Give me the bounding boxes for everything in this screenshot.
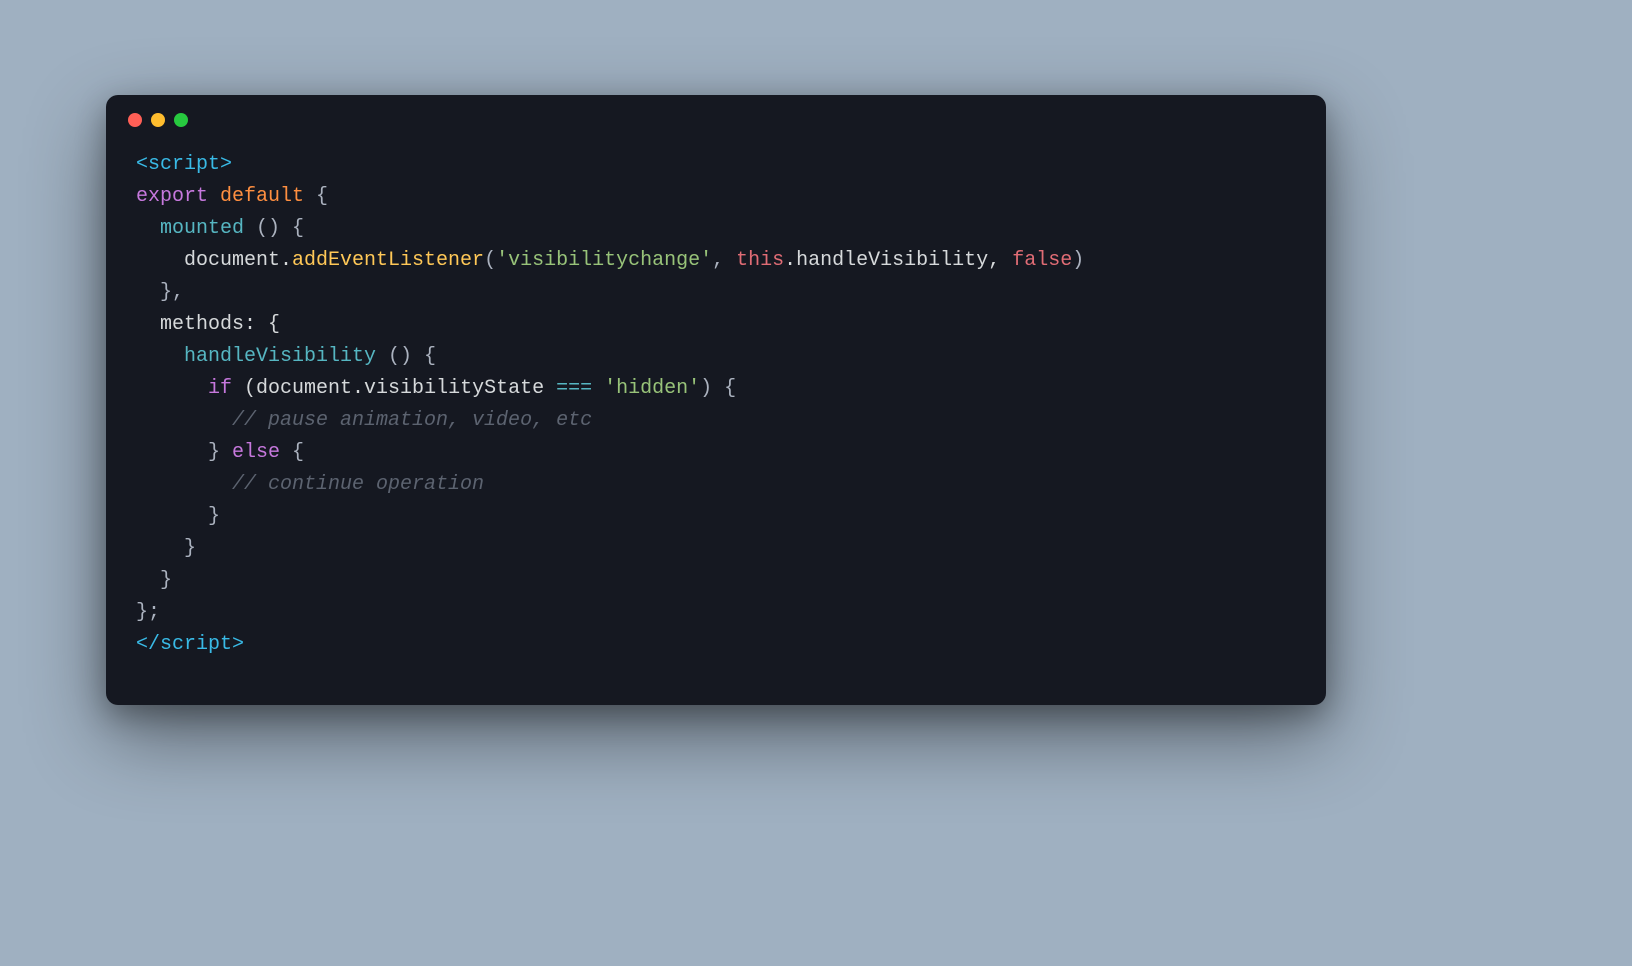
- code-token: };: [136, 601, 160, 624]
- code-token: [136, 345, 184, 368]
- code-token: if: [208, 377, 232, 400]
- code-token: }: [136, 569, 172, 592]
- code-token: ) {: [700, 377, 736, 400]
- code-token: false: [1012, 249, 1072, 272]
- code-token: [136, 409, 232, 432]
- code-token: [136, 377, 208, 400]
- code-token: 'hidden': [604, 377, 700, 400]
- minimize-icon[interactable]: [151, 113, 165, 127]
- code-token: mounted: [160, 217, 244, 240]
- code-token: default: [220, 185, 304, 208]
- window-titlebar: [106, 95, 1326, 127]
- code-token: [136, 473, 232, 496]
- code-token: (: [484, 249, 496, 272]
- code-token: }: [136, 505, 220, 528]
- code-token: ipt>: [196, 633, 244, 656]
- code-token: document.: [136, 249, 292, 272]
- zoom-icon[interactable]: [174, 113, 188, 127]
- code-token: {: [304, 185, 328, 208]
- code-token: }: [136, 537, 196, 560]
- code-token: [136, 217, 160, 240]
- code-token: // continue operation: [232, 473, 484, 496]
- code-token: </scr: [136, 633, 196, 656]
- code-window: <script> export default { mounted () { d…: [106, 95, 1326, 705]
- code-token: },: [136, 281, 184, 304]
- code-token: methods: {: [136, 313, 280, 336]
- code-token: else: [232, 441, 280, 464]
- code-token: [208, 185, 220, 208]
- code-token: .handleVisibility,: [784, 249, 1012, 272]
- code-token: export: [136, 185, 208, 208]
- code-token: }: [136, 441, 232, 464]
- code-token: <script>: [136, 153, 232, 176]
- code-token: // pause animation, video, etc: [232, 409, 592, 432]
- code-token: {: [280, 441, 304, 464]
- code-token: 'visibilitychange': [496, 249, 712, 272]
- code-token: () {: [376, 345, 436, 368]
- code-token: ,: [712, 249, 736, 272]
- code-token: [592, 377, 604, 400]
- code-token: ===: [556, 377, 592, 400]
- code-token: this: [736, 249, 784, 272]
- code-block: <script> export default { mounted () { d…: [106, 127, 1326, 705]
- code-token: handleVisibility: [184, 345, 376, 368]
- code-token: addEventListener: [292, 249, 484, 272]
- close-icon[interactable]: [128, 113, 142, 127]
- code-token: (document.visibilityState: [232, 377, 556, 400]
- code-token: ): [1072, 249, 1084, 272]
- code-token: () {: [244, 217, 304, 240]
